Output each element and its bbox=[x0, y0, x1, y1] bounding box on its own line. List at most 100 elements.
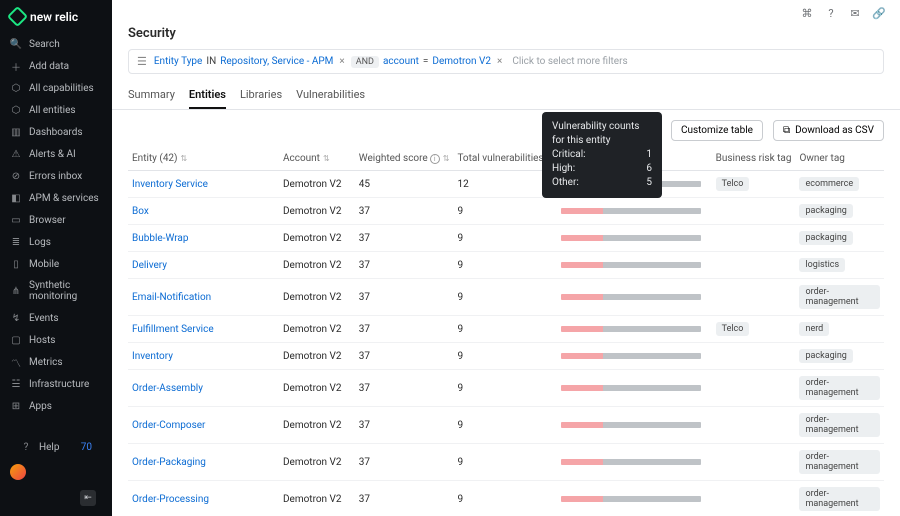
filter-value[interactable]: Repository, Service - APM bbox=[220, 56, 333, 67]
total-cell: 9 bbox=[453, 481, 557, 516]
table-row: Order-PackagingDemotron V2379order-manag… bbox=[128, 444, 884, 481]
tab-libraries[interactable]: Libraries bbox=[240, 82, 282, 109]
table-row: Order-AssemblyDemotron V2379order-manage… bbox=[128, 370, 884, 407]
weighted-cell: 37 bbox=[355, 225, 454, 252]
sidebar-item-all-capabilities[interactable]: ⬡All capabilities bbox=[0, 77, 112, 99]
sidebar-item-search[interactable]: 🔍 Search bbox=[0, 33, 112, 55]
entity-link[interactable]: Inventory Service bbox=[132, 179, 208, 190]
filter-logic[interactable]: AND bbox=[351, 56, 379, 68]
entity-link[interactable]: Order-Assembly bbox=[132, 383, 203, 394]
nav-icon: ⊘ bbox=[10, 170, 22, 182]
tab-summary[interactable]: Summary bbox=[128, 82, 175, 109]
sidebar-item-metrics[interactable]: 〽Metrics bbox=[0, 351, 112, 373]
terminal-icon[interactable]: ⌘ bbox=[800, 6, 814, 20]
support-icon[interactable]: ? bbox=[824, 6, 838, 20]
sidebar-item-mobile[interactable]: ▯Mobile bbox=[0, 253, 112, 275]
entity-link[interactable]: Fulfillment Service bbox=[132, 324, 214, 335]
brand-logo[interactable]: new relic bbox=[0, 0, 112, 33]
table-row: Order-ComposerDemotron V2379order-manage… bbox=[128, 407, 884, 444]
owner-tag: order-management bbox=[799, 487, 880, 511]
nav-icon: ⊞ bbox=[10, 400, 22, 412]
th-entity[interactable]: Entity (42)⇅ bbox=[128, 147, 279, 171]
nav-label: All entities bbox=[29, 105, 76, 116]
sidebar-item-apps[interactable]: ⊞Apps bbox=[0, 395, 112, 417]
weighted-cell: 37 bbox=[355, 279, 454, 316]
tab-entities[interactable]: Entities bbox=[189, 82, 226, 109]
severity-bar bbox=[561, 326, 701, 332]
total-cell: 9 bbox=[453, 279, 557, 316]
entity-link[interactable]: Order-Packaging bbox=[132, 457, 206, 468]
sidebar-item-errors-inbox[interactable]: ⊘Errors inbox bbox=[0, 165, 112, 187]
nav-icon: ⬡ bbox=[10, 82, 22, 94]
severity-bar bbox=[561, 496, 701, 502]
sidebar-item-events[interactable]: ↯Events bbox=[0, 307, 112, 329]
user-avatar[interactable] bbox=[10, 464, 26, 480]
filter-hint[interactable]: Click to select more filters bbox=[512, 56, 627, 67]
filter-field[interactable]: Entity Type bbox=[154, 56, 202, 67]
sidebar-item-infrastructure[interactable]: ☱Infrastructure bbox=[0, 373, 112, 395]
weighted-cell: 37 bbox=[355, 481, 454, 516]
sidebar-item-logs[interactable]: ≣Logs bbox=[0, 231, 112, 253]
severity-bar bbox=[561, 459, 701, 465]
severity-bar bbox=[561, 294, 701, 300]
nav-icon: ▢ bbox=[10, 334, 22, 346]
entity-link[interactable]: Bubble-Wrap bbox=[132, 233, 189, 244]
sidebar-item-browser[interactable]: ▭Browser bbox=[0, 209, 112, 231]
nav-label: APM & services bbox=[29, 193, 99, 204]
weighted-cell: 37 bbox=[355, 370, 454, 407]
entity-link[interactable]: Order-Composer bbox=[132, 420, 205, 431]
weighted-cell: 37 bbox=[355, 198, 454, 225]
account-cell: Demotron V2 bbox=[279, 252, 355, 279]
entity-link[interactable]: Inventory bbox=[132, 351, 173, 362]
entity-link[interactable]: Order-Processing bbox=[132, 494, 209, 505]
th-weighted[interactable]: Weighted scorei⇅ bbox=[355, 147, 454, 171]
info-icon[interactable]: i bbox=[430, 154, 440, 164]
sidebar-item-hosts[interactable]: ▢Hosts bbox=[0, 329, 112, 351]
sidebar-item-add-data[interactable]: ＋Add data bbox=[0, 55, 112, 77]
filter-value2[interactable]: Demotron V2 bbox=[432, 56, 491, 67]
filter-remove-1[interactable]: × bbox=[337, 56, 346, 67]
th-owner[interactable]: Owner tag bbox=[795, 147, 884, 171]
tabs: Summary Entities Libraries Vulnerabilities bbox=[112, 82, 900, 110]
customize-table-button[interactable]: Customize table bbox=[671, 120, 763, 141]
table-row: InventoryDemotron V2379packaging bbox=[128, 343, 884, 370]
tab-vulnerabilities[interactable]: Vulnerabilities bbox=[296, 82, 365, 109]
account-cell: Demotron V2 bbox=[279, 407, 355, 444]
account-cell: Demotron V2 bbox=[279, 370, 355, 407]
sidebar-item-all-entities[interactable]: ⬡All entities bbox=[0, 99, 112, 121]
nav-icon: 🔍 bbox=[10, 38, 22, 50]
sidebar-help[interactable]: ? Help 70 bbox=[10, 436, 102, 458]
nav-label: Dashboards bbox=[29, 127, 83, 138]
filter-remove-2[interactable]: × bbox=[495, 56, 504, 67]
entity-link[interactable]: Delivery bbox=[132, 260, 167, 271]
entity-link[interactable]: Box bbox=[132, 206, 149, 217]
table-row: Inventory ServiceDemotron V24512Telcoeco… bbox=[128, 171, 884, 198]
table-row: Order-ProcessingDemotron V2379order-mana… bbox=[128, 481, 884, 516]
inbox-icon[interactable]: ✉ bbox=[848, 6, 862, 20]
th-account[interactable]: Account⇅ bbox=[279, 147, 355, 171]
nav-label: Synthetic monitoring bbox=[29, 280, 102, 302]
download-csv-button[interactable]: ⧉ Download as CSV bbox=[773, 120, 884, 141]
owner-tag: order-management bbox=[799, 413, 880, 437]
nav-label: Search bbox=[29, 39, 60, 50]
owner-tag: order-management bbox=[799, 285, 880, 309]
th-risk[interactable]: Business risk tag bbox=[712, 147, 796, 171]
sidebar-nav: 🔍Search＋Add data⬡All capabilities⬡All en… bbox=[0, 33, 112, 430]
table-row: Bubble-WrapDemotron V2379packaging bbox=[128, 225, 884, 252]
sidebar: new relic 🔍 Search ＋Add data⬡All capabilit… bbox=[0, 0, 112, 516]
sidebar-item-synthetic-monitoring[interactable]: ⋔Synthetic monitoring bbox=[0, 275, 112, 307]
filter-bar[interactable]: ☰ Entity Type IN Repository, Service - A… bbox=[128, 49, 884, 74]
sidebar-item-alerts-ai[interactable]: ⚠Alerts & AI bbox=[0, 143, 112, 165]
account-cell: Demotron V2 bbox=[279, 171, 355, 198]
share-icon[interactable]: 🔗 bbox=[872, 6, 886, 20]
total-cell: 9 bbox=[453, 343, 557, 370]
collapse-sidebar-button[interactable]: ⇤ bbox=[80, 490, 96, 506]
entity-link[interactable]: Email-Notification bbox=[132, 292, 211, 303]
severity-bar bbox=[561, 235, 701, 241]
brand-name: new relic bbox=[30, 10, 78, 24]
sidebar-item-apm-services[interactable]: ◧APM & services bbox=[0, 187, 112, 209]
weighted-cell: 37 bbox=[355, 316, 454, 343]
sidebar-item-dashboards[interactable]: ▥Dashboards bbox=[0, 121, 112, 143]
nav-label: Logs bbox=[29, 237, 51, 248]
filter-field2[interactable]: account bbox=[383, 56, 419, 67]
